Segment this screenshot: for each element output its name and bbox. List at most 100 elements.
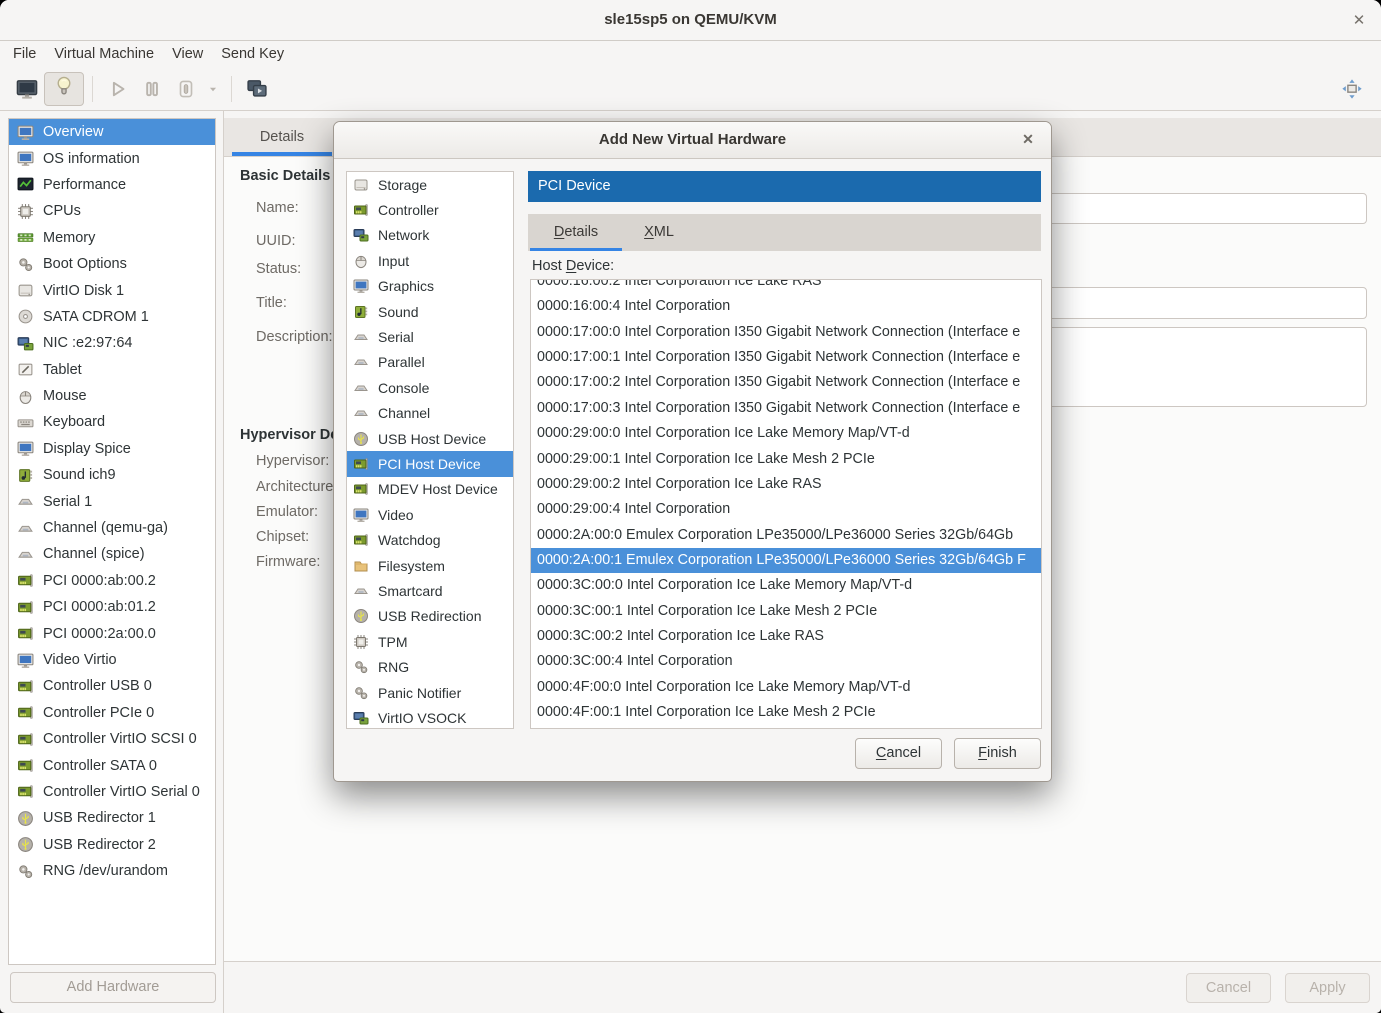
sidebar-item-tablet[interactable]: Tablet (9, 357, 215, 383)
category-graphics[interactable]: Graphics (347, 274, 513, 299)
sidebar-item-controller-sata-0[interactable]: Controller SATA 0 (9, 752, 215, 778)
host-device-label: 0000:4F:00:1 Intel Corporation Ice Lake … (537, 704, 876, 720)
category-virtio-vsock[interactable]: VirtIO VSOCK (347, 705, 513, 729)
category-tpm[interactable]: TPM (347, 629, 513, 654)
host-device-0000-29-00-2-intel-corporation-ice-lake-ras[interactable]: 0000:29:00:2 Intel Corporation Ice Lake … (531, 472, 1041, 497)
host-device-0000-29-00-4-intel-corporation[interactable]: 0000:29:00:4 Intel Corporation (531, 497, 1041, 522)
category-usb-redirection[interactable]: USB Redirection (347, 604, 513, 629)
run-button[interactable] (101, 74, 135, 104)
sidebar-item-label: CPUs (43, 203, 81, 219)
tablet-icon (17, 361, 34, 378)
add-hardware-button[interactable]: Add Hardware (10, 972, 216, 1003)
host-device-label: 0000:17:00:0 Intel Corporation I350 Giga… (537, 324, 1020, 340)
category-watchdog[interactable]: Watchdog (347, 527, 513, 552)
dialog-tab-details[interactable]: Details (528, 214, 624, 251)
sidebar-item-channel-spice[interactable]: Channel (spice) (9, 541, 215, 567)
host-device-0000-16-00-4-intel-corporation[interactable]: 0000:16:00:4 Intel Corporation (531, 294, 1041, 319)
sidebar-item-channel-qemu-ga[interactable]: Channel (qemu-ga) (9, 515, 215, 541)
sidebar-item-controller-pcie-0[interactable]: Controller PCIe 0 (9, 700, 215, 726)
category-console[interactable]: Console (347, 375, 513, 400)
host-device-0000-3c-00-2-intel-corporation-ice-lake-ras[interactable]: 0000:3C:00:2 Intel Corporation Ice Lake … (531, 624, 1041, 649)
disk-icon (353, 177, 369, 193)
host-device-0000-2a-00-0-emulex-corporation-lpe35000-lpe36000-series-32gb-64gb[interactable]: 0000:2A:00:0 Emulex Corporation LPe35000… (531, 523, 1041, 548)
sidebar-item-boot-options[interactable]: Boot Options (9, 251, 215, 277)
host-device-0000-3c-00-0-intel-corporation-ice-lake-memory-map-vt-d[interactable]: 0000:3C:00:0 Intel Corporation Ice Lake … (531, 573, 1041, 598)
sidebar-item-virtio-disk-1[interactable]: VirtIO Disk 1 (9, 277, 215, 303)
host-device-0000-17-00-3-intel-corporation-i350-gigabit-network-connection-interface-e[interactable]: 0000:17:00:3 Intel Corporation I350 Giga… (531, 396, 1041, 421)
main-cancel-button[interactable]: Cancel (1186, 973, 1271, 1003)
screens-icon[interactable] (240, 74, 274, 104)
category-channel[interactable]: Channel (347, 401, 513, 426)
category-sound[interactable]: Sound (347, 299, 513, 324)
category-mdev-host-device[interactable]: MDEV Host Device (347, 477, 513, 502)
chart-icon (17, 176, 34, 193)
host-device-label: 0000:29:00:1 Intel Corporation Ice Lake … (537, 451, 875, 467)
pause-button[interactable] (135, 74, 169, 104)
sidebar-item-keyboard[interactable]: Keyboard (9, 409, 215, 435)
category-storage[interactable]: Storage (347, 172, 513, 197)
menu-send-key[interactable]: Send Key (212, 43, 293, 65)
category-input[interactable]: Input (347, 248, 513, 273)
host-device-0000-3c-00-4-intel-corporation[interactable]: 0000:3C:00:4 Intel Corporation (531, 649, 1041, 674)
sidebar-item-os-information[interactable]: OS information (9, 145, 215, 171)
dialog-cancel-button[interactable]: Cancel (855, 738, 942, 769)
menu-view[interactable]: View (163, 43, 212, 65)
menu-file[interactable]: File (4, 43, 45, 65)
sidebar-item-controller-usb-0[interactable]: Controller USB 0 (9, 673, 215, 699)
tab-details[interactable]: Details (232, 118, 332, 156)
category-video[interactable]: Video (347, 502, 513, 527)
sidebar-item-performance[interactable]: Performance (9, 172, 215, 198)
category-usb-host-device[interactable]: USB Host Device (347, 426, 513, 451)
host-device-0000-4f-00-1-intel-corporation-ice-lake-mesh-2-pcie[interactable]: 0000:4F:00:1 Intel Corporation Ice Lake … (531, 700, 1041, 725)
sidebar-item-overview[interactable]: Overview (9, 119, 215, 145)
sidebar-item-nic-e2-97-64[interactable]: NIC :e2:97:64 (9, 330, 215, 356)
category-smartcard[interactable]: Smartcard (347, 578, 513, 603)
dialog-close-icon[interactable]: ✕ (1017, 129, 1039, 151)
category-network[interactable]: Network (347, 223, 513, 248)
sidebar-item-memory[interactable]: Memory (9, 225, 215, 251)
sidebar-item-display-spice[interactable]: Display Spice (9, 436, 215, 462)
sidebar-item-pci-0000-ab-01-2[interactable]: PCI 0000:ab:01.2 (9, 594, 215, 620)
sidebar-item-usb-redirector-2[interactable]: USB Redirector 2 (9, 832, 215, 858)
host-device-0000-16-00-2-intel-corporation-ice-lake-ras[interactable]: 0000:16:00:2 Intel Corporation Ice Lake … (531, 279, 1041, 294)
sidebar-item-pci-0000-2a-00-0[interactable]: PCI 0000:2a:00.0 (9, 620, 215, 646)
host-device-0000-4f-00-0-intel-corporation-ice-lake-memory-map-vt-d[interactable]: 0000:4F:00:0 Intel Corporation Ice Lake … (531, 675, 1041, 700)
category-rng[interactable]: RNG (347, 654, 513, 679)
sidebar-item-rng-dev-urandom[interactable]: RNG /dev/urandom (9, 858, 215, 884)
category-serial[interactable]: Serial (347, 324, 513, 349)
host-device-0000-3c-00-1-intel-corporation-ice-lake-mesh-2-pcie[interactable]: 0000:3C:00:1 Intel Corporation Ice Lake … (531, 599, 1041, 624)
sidebar-item-cpus[interactable]: CPUs (9, 198, 215, 224)
pci-icon (17, 704, 34, 721)
nic-icon (17, 335, 34, 352)
sidebar-item-video-virtio[interactable]: Video Virtio (9, 647, 215, 673)
resize-fullscreen-icon[interactable] (1335, 74, 1369, 104)
console-monitor-icon[interactable] (10, 74, 44, 104)
sidebar-item-pci-0000-ab-00-2[interactable]: PCI 0000:ab:00.2 (9, 568, 215, 594)
category-controller[interactable]: Controller (347, 197, 513, 222)
host-device-0000-29-00-1-intel-corporation-ice-lake-mesh-2-pcie[interactable]: 0000:29:00:1 Intel Corporation Ice Lake … (531, 447, 1041, 472)
category-panic-notifier[interactable]: Panic Notifier (347, 680, 513, 705)
sidebar-item-controller-virtio-serial-0[interactable]: Controller VirtIO Serial 0 (9, 779, 215, 805)
window-close-icon[interactable]: ✕ (1347, 9, 1371, 33)
category-parallel[interactable]: Parallel (347, 350, 513, 375)
dialog-finish-button[interactable]: Finish (954, 738, 1041, 769)
dialog-tab-xml[interactable]: XML (624, 214, 694, 251)
sidebar-item-sata-cdrom-1[interactable]: SATA CDROM 1 (9, 304, 215, 330)
show-hardware-details-toggle[interactable] (44, 72, 84, 106)
host-device-0000-17-00-2-intel-corporation-i350-gigabit-network-connection-interface-e[interactable]: 0000:17:00:2 Intel Corporation I350 Giga… (531, 370, 1041, 395)
host-device-0000-2a-00-1-emulex-corporation-lpe35000-lpe36000-series-32gb-64gb-f[interactable]: 0000:2A:00:1 Emulex Corporation LPe35000… (531, 548, 1041, 573)
sidebar-item-controller-virtio-scsi-0[interactable]: Controller VirtIO SCSI 0 (9, 726, 215, 752)
sidebar-item-usb-redirector-1[interactable]: USB Redirector 1 (9, 805, 215, 831)
host-device-0000-17-00-0-intel-corporation-i350-gigabit-network-connection-interface-e[interactable]: 0000:17:00:0 Intel Corporation I350 Giga… (531, 320, 1041, 345)
menu-virtual-machine[interactable]: Virtual Machine (45, 43, 163, 65)
category-pci-host-device[interactable]: PCI Host Device (347, 451, 513, 476)
host-device-0000-17-00-1-intel-corporation-i350-gigabit-network-connection-interface-e[interactable]: 0000:17:00:1 Intel Corporation I350 Giga… (531, 345, 1041, 370)
shutdown-menu-caret-icon[interactable] (203, 74, 223, 104)
shutdown-button[interactable] (169, 74, 203, 104)
main-apply-button[interactable]: Apply (1285, 973, 1370, 1003)
category-filesystem[interactable]: Filesystem (347, 553, 513, 578)
sidebar-item-serial-1[interactable]: Serial 1 (9, 488, 215, 514)
sidebar-item-mouse[interactable]: Mouse (9, 383, 215, 409)
host-device-0000-29-00-0-intel-corporation-ice-lake-memory-map-vt-d[interactable]: 0000:29:00:0 Intel Corporation Ice Lake … (531, 421, 1041, 446)
sidebar-item-sound-ich9[interactable]: Sound ich9 (9, 462, 215, 488)
